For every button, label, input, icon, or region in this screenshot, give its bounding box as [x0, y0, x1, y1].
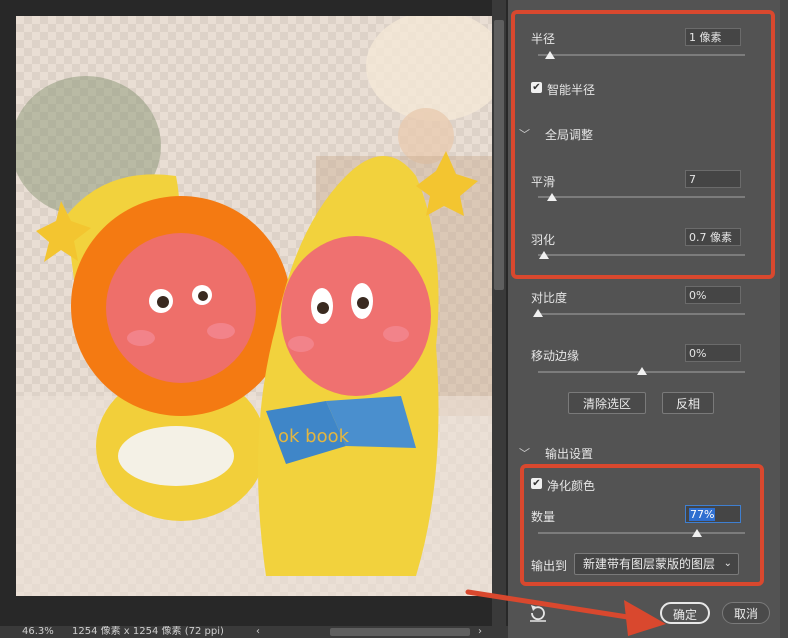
document-dimensions: 1254 像素 x 1254 像素 (72 ppi) — [72, 626, 224, 637]
contrast-slider-track[interactable] — [538, 313, 745, 315]
status-nav-right-icon[interactable]: › — [478, 626, 482, 638]
contrast-value-field[interactable]: 0% — [685, 286, 741, 304]
plush-toys-image: ok book — [16, 16, 492, 596]
invert-button[interactable]: 反相 — [662, 392, 714, 414]
status-bar: 46.3% 1254 像素 x 1254 像素 (72 ppi) ‹ › — [0, 626, 508, 638]
highlight-box-output-settings — [520, 464, 764, 586]
canvas-vertical-scrollbar[interactable] — [492, 0, 506, 626]
shift-edge-value-field[interactable]: 0% — [685, 344, 741, 362]
chevron-down-icon[interactable]: ﹀ — [519, 445, 530, 461]
ok-button[interactable]: 确定 — [660, 602, 710, 624]
shift-edge-slider-handle[interactable] — [636, 367, 647, 375]
zoom-level[interactable]: 46.3% — [22, 626, 54, 638]
clear-selection-button[interactable]: 清除选区 — [568, 392, 646, 414]
highlight-box-edge-settings — [511, 10, 775, 279]
canvas-horizontal-scroll-thumb[interactable] — [330, 628, 470, 636]
status-nav-left-icon[interactable]: ‹ — [256, 626, 260, 638]
scrollbar-thumb[interactable] — [494, 20, 504, 290]
book-text: ok book — [278, 426, 350, 447]
shift-edge-label: 移动边缘 — [531, 349, 580, 363]
photo-preview[interactable]: ok book — [16, 16, 492, 596]
output-settings-heading[interactable]: 输出设置 — [545, 445, 593, 462]
document-canvas[interactable]: ok book — [0, 0, 508, 626]
reset-icon[interactable] — [528, 604, 548, 622]
panel-scrollbar[interactable] — [780, 0, 788, 638]
cancel-button[interactable]: 取消 — [722, 602, 770, 624]
contrast-label: 对比度 — [531, 291, 568, 305]
contrast-slider-handle[interactable] — [533, 309, 543, 317]
